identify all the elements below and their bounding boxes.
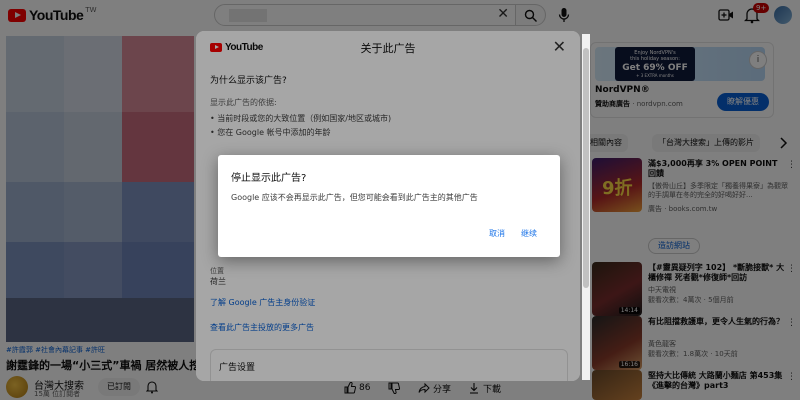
dialog-title: 停止显示此广告? bbox=[231, 173, 307, 184]
panel-scrollbar[interactable] bbox=[582, 34, 590, 380]
stop-ad-dialog: 停止显示此广告? Google 应该不会再显示此广告，但您可能会看到此广告主的其… bbox=[218, 155, 560, 257]
continue-button[interactable]: 继续 bbox=[521, 228, 537, 239]
scrollbar-thumb[interactable] bbox=[583, 48, 589, 288]
cancel-button[interactable]: 取消 bbox=[489, 228, 505, 239]
dialog-body: Google 应该不会再显示此广告，但您可能会看到此广告主的其他广告 bbox=[231, 193, 478, 202]
